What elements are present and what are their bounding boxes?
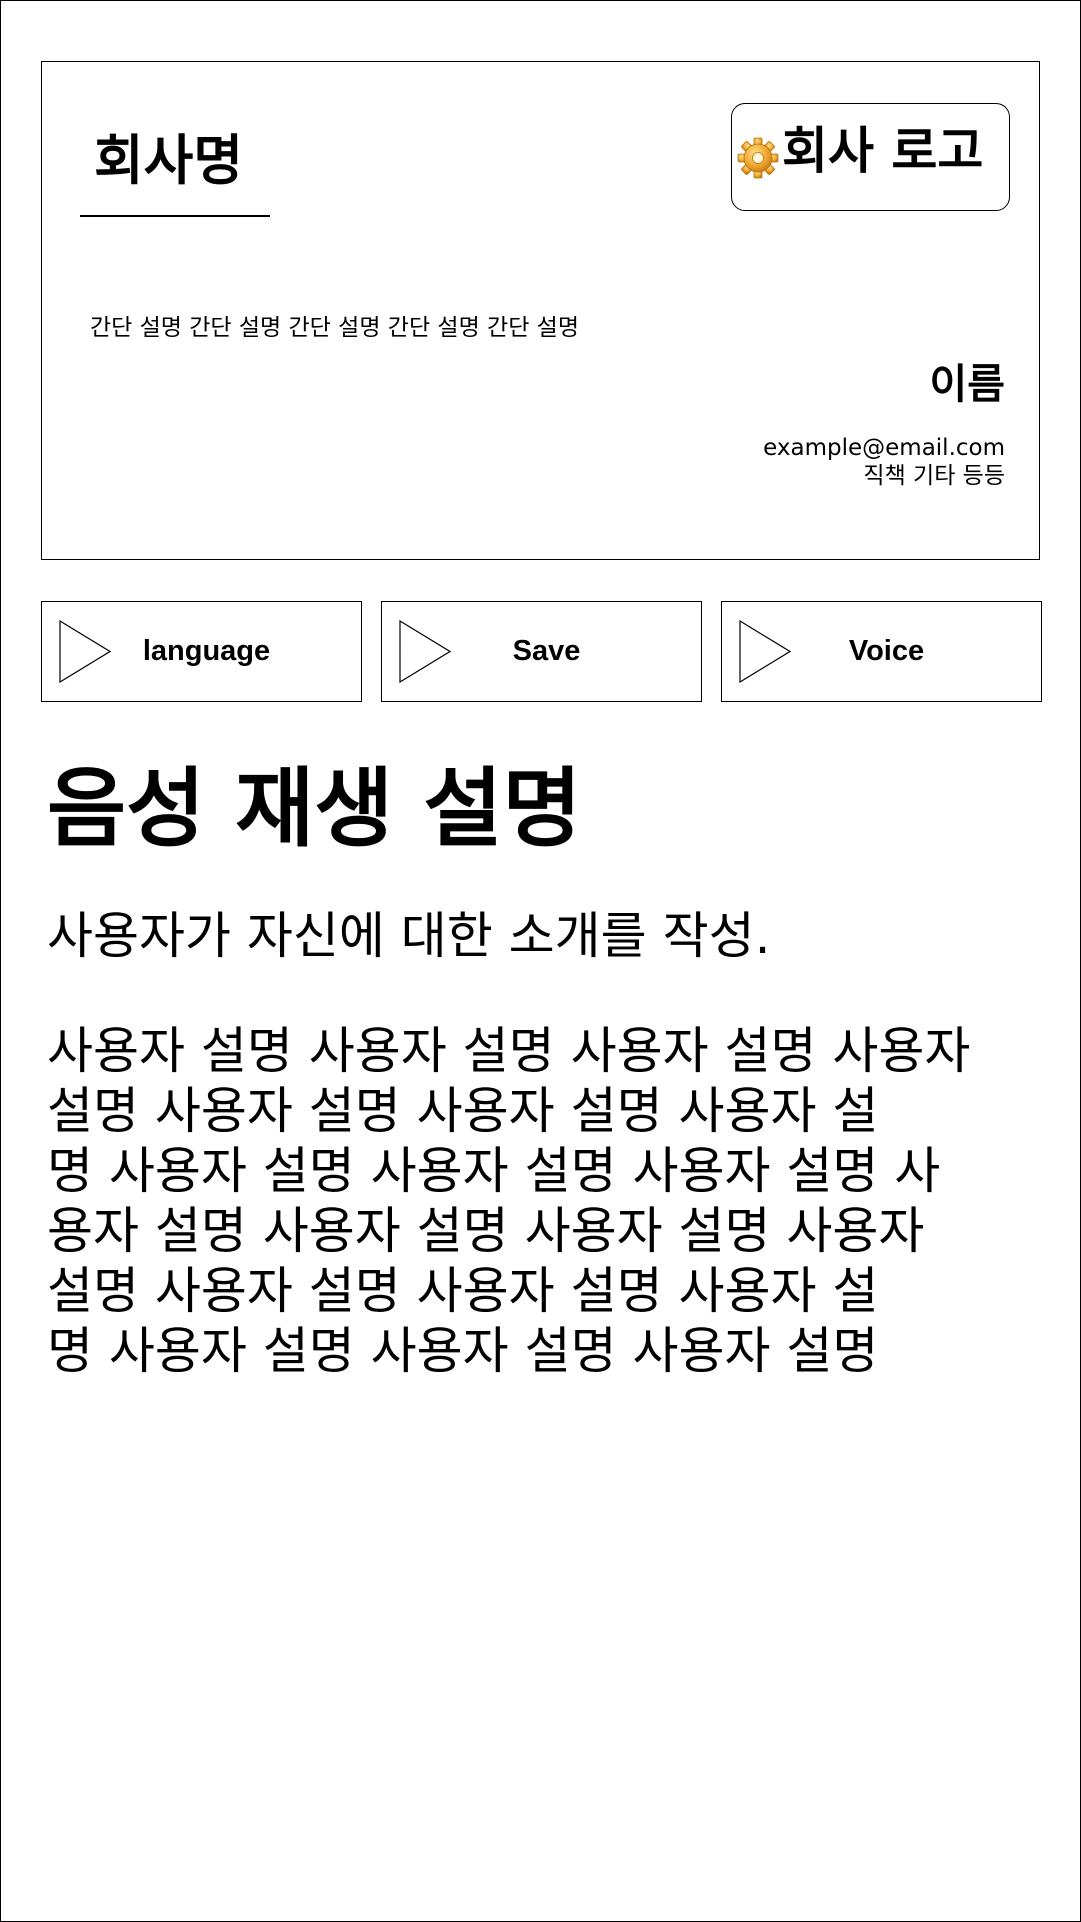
gear-icon: [737, 137, 779, 179]
description-line: 설명 사용자 설명 사용자 설명 사용자 설: [47, 1082, 879, 1140]
job-title: 직책 기타 등등: [863, 463, 1005, 489]
save-button-label: Save: [512, 635, 581, 667]
play-triangle-icon: [399, 620, 451, 683]
section-title: 음성 재생 설명: [47, 759, 582, 859]
description-line: 사용자 설명 사용자 설명 사용자 설명 사용자: [47, 1022, 971, 1080]
company-summary: 간단 설명 간단 설명 간단 설명 간단 설명 간단 설명: [90, 315, 579, 341]
description-line: 명 사용자 설명 사용자 설명 사용자 설명 사: [47, 1142, 941, 1200]
company-logo-text: 회사 로고: [782, 122, 984, 180]
play-triangle-icon: [739, 620, 791, 683]
person-name: 이름: [929, 360, 1005, 408]
voice-button-label: Voice: [848, 635, 925, 667]
business-card: 회사명 회사 로고 간단 설명 간단 설명 간단 설명 간단 설명 간단 설명 …: [41, 61, 1040, 560]
language-button-label: language: [142, 635, 271, 667]
save-button[interactable]: Save: [381, 601, 702, 702]
company-name: 회사명: [94, 129, 244, 192]
page-frame: 회사명 회사 로고 간단 설명 간단 설명 간단 설명 간단 설명 간단 설명 …: [0, 0, 1081, 1922]
description-line: 설명 사용자 설명 사용자 설명 사용자 설: [47, 1262, 879, 1320]
description-line: 용자 설명 사용자 설명 사용자 설명 사용자: [47, 1202, 925, 1260]
voice-button[interactable]: Voice: [721, 601, 1042, 702]
language-button[interactable]: language: [41, 601, 362, 702]
play-triangle-icon: [59, 620, 111, 683]
section-intro: 사용자가 자신에 대한 소개를 작성.: [47, 907, 771, 965]
user-description: 사용자 설명 사용자 설명 사용자 설명 사용자 설명 사용자 설명 사용자 설…: [47, 1021, 970, 1381]
description-line: 명 사용자 설명 사용자 설명 사용자 설명: [47, 1322, 879, 1380]
company-logo: 회사 로고: [731, 103, 1010, 211]
email-address: example@email.com: [763, 435, 1005, 461]
company-name-underline: [80, 215, 270, 217]
